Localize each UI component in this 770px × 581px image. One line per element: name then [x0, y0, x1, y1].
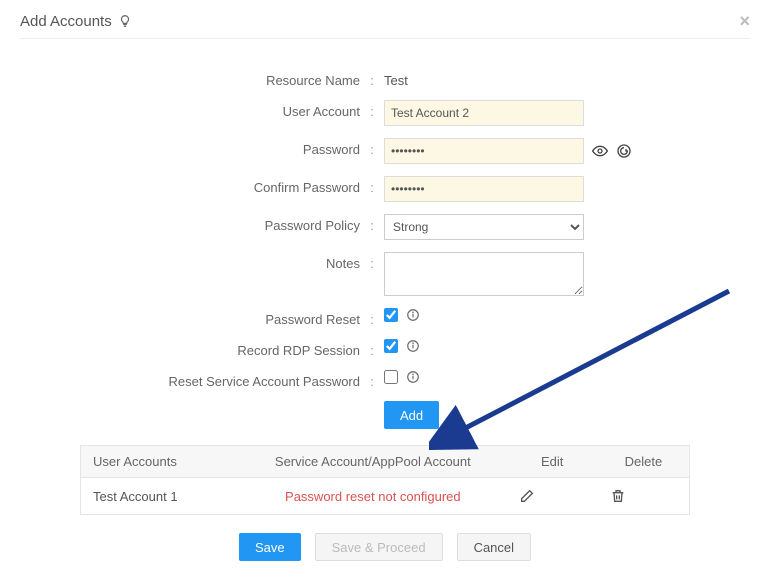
record-rdp-checkbox[interactable] — [384, 339, 398, 353]
password-reset-label: Password Reset — [20, 308, 360, 327]
close-icon[interactable]: × — [739, 12, 750, 30]
info-icon[interactable] — [406, 339, 420, 353]
password-label: Password — [20, 138, 360, 157]
cancel-button[interactable]: Cancel — [457, 533, 531, 561]
form: Resource Name : Test User Account : Pass… — [20, 69, 750, 429]
info-icon[interactable] — [406, 370, 420, 384]
add-accounts-dialog: Add Accounts × Resource Name : Test User… — [0, 0, 770, 581]
resource-name-value: Test — [384, 69, 408, 88]
user-account-label: User Account — [20, 100, 360, 119]
reset-svc-pwd-checkbox[interactable] — [384, 370, 398, 384]
accounts-table: User Accounts Service Account/AppPool Ac… — [80, 445, 690, 515]
resource-name-label: Resource Name — [20, 69, 360, 88]
user-account-input[interactable] — [384, 100, 584, 126]
password-policy-select[interactable]: Strong — [384, 214, 584, 240]
col-user-accounts: User Accounts — [81, 446, 239, 478]
password-policy-label: Password Policy — [20, 214, 360, 233]
col-edit: Edit — [507, 446, 598, 478]
generate-password-icon[interactable] — [616, 143, 632, 159]
notes-textarea[interactable] — [384, 252, 584, 296]
dialog-actions: Save Save & Proceed Cancel — [20, 533, 750, 561]
cell-service: Password reset not configured — [239, 478, 507, 515]
reset-svc-pwd-label: Reset Service Account Password — [20, 370, 360, 389]
delete-icon[interactable] — [610, 488, 677, 504]
edit-icon[interactable] — [519, 488, 586, 504]
save-proceed-button: Save & Proceed — [315, 533, 443, 561]
cell-account: Test Account 1 — [81, 478, 239, 515]
col-delete: Delete — [598, 446, 689, 478]
dialog-title: Add Accounts — [20, 13, 112, 30]
info-icon[interactable] — [406, 308, 420, 322]
table-row: Test Account 1 Password reset not config… — [81, 478, 689, 515]
save-button[interactable]: Save — [239, 533, 301, 561]
confirm-password-input[interactable] — [384, 176, 584, 202]
record-rdp-label: Record RDP Session — [20, 339, 360, 358]
dialog-header: Add Accounts × — [20, 12, 750, 39]
confirm-password-label: Confirm Password — [20, 176, 360, 195]
show-password-icon[interactable] — [592, 143, 608, 159]
add-button[interactable]: Add — [384, 401, 439, 429]
lightbulb-icon[interactable] — [118, 14, 132, 28]
notes-label: Notes — [20, 252, 360, 271]
password-reset-checkbox[interactable] — [384, 308, 398, 322]
col-service: Service Account/AppPool Account — [239, 446, 507, 478]
password-input[interactable] — [384, 138, 584, 164]
